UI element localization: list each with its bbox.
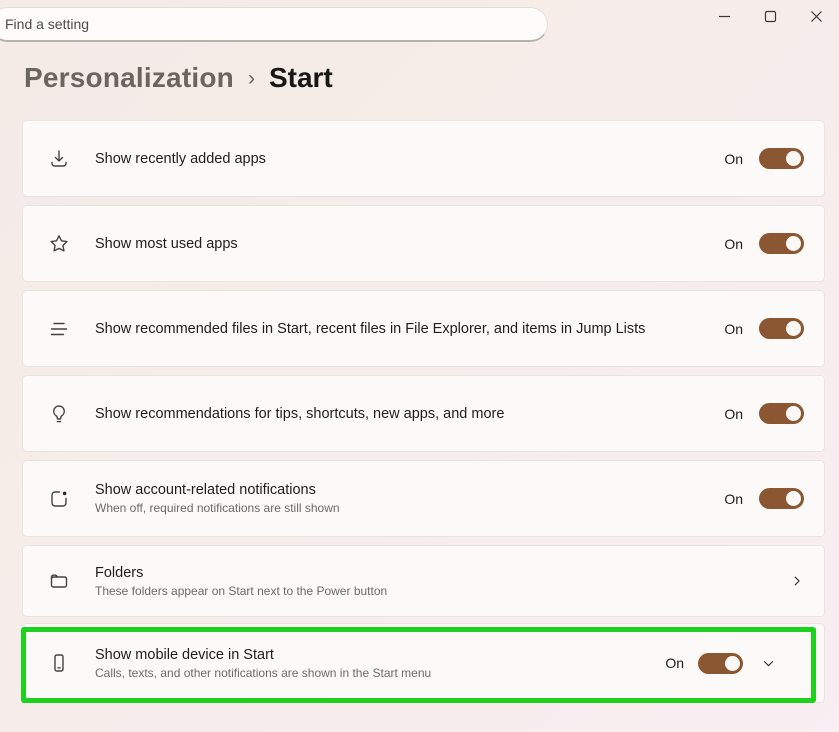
setting-title: Show recommendations for tips, shortcuts… bbox=[95, 406, 712, 422]
setting-title: Show recently added apps bbox=[95, 151, 712, 167]
setting-row-show-mobile-device[interactable]: Show mobile device in Start Calls, texts… bbox=[22, 623, 825, 703]
toggle-state-label: On bbox=[724, 236, 743, 252]
breadcrumb: Personalization › Start bbox=[24, 62, 333, 94]
setting-subtitle: Calls, texts, and other notifications ar… bbox=[95, 666, 653, 680]
account-notifications-toggle[interactable] bbox=[759, 488, 804, 509]
recommended-files-toggle[interactable] bbox=[759, 318, 804, 339]
toggle-state-label: On bbox=[724, 321, 743, 337]
toggle-state-label: On bbox=[724, 151, 743, 167]
setting-title: Folders bbox=[95, 565, 778, 581]
toggle-state-label: On bbox=[724, 406, 743, 422]
setting-row-recommendations-tips: Show recommendations for tips, shortcuts… bbox=[22, 375, 825, 452]
setting-row-folders[interactable]: Folders These folders appear on Start ne… bbox=[22, 545, 825, 617]
minimize-button[interactable] bbox=[701, 0, 747, 32]
recently-added-apps-toggle[interactable] bbox=[759, 148, 804, 169]
minimize-icon bbox=[718, 10, 731, 23]
search-field[interactable] bbox=[0, 7, 548, 42]
account-notification-icon bbox=[23, 487, 95, 511]
setting-row-account-notifications: Show account-related notifications When … bbox=[22, 460, 825, 537]
setting-row-most-used-apps: Show most used apps On bbox=[22, 205, 825, 282]
toggle-state-label: On bbox=[665, 655, 684, 671]
setting-subtitle: When off, required notifications are sti… bbox=[95, 501, 712, 515]
setting-subtitle: These folders appear on Start next to th… bbox=[95, 584, 778, 598]
download-icon bbox=[23, 147, 95, 171]
maximize-button[interactable] bbox=[747, 0, 793, 32]
window-controls bbox=[701, 0, 839, 32]
chevron-right-icon bbox=[790, 574, 804, 588]
setting-row-recommended-files: Show recommended files in Start, recent … bbox=[22, 290, 825, 367]
setting-title: Show recommended files in Start, recent … bbox=[95, 321, 712, 337]
setting-title: Show account-related notifications bbox=[95, 482, 712, 498]
search-input[interactable] bbox=[5, 16, 493, 32]
breadcrumb-separator-icon: › bbox=[248, 67, 255, 91]
chevron-down-icon[interactable] bbox=[761, 656, 776, 671]
setting-title: Show mobile device in Start bbox=[95, 647, 653, 663]
folder-icon bbox=[23, 569, 95, 593]
page-title: Start bbox=[269, 62, 333, 94]
breadcrumb-personalization[interactable]: Personalization bbox=[24, 62, 234, 94]
recommendations-tips-toggle[interactable] bbox=[759, 403, 804, 424]
toggle-state-label: On bbox=[724, 491, 743, 507]
recent-lines-icon bbox=[23, 317, 95, 341]
settings-list: Show recently added apps On Show most us… bbox=[22, 120, 825, 703]
star-icon bbox=[23, 232, 95, 256]
show-mobile-device-toggle[interactable] bbox=[698, 653, 743, 674]
setting-row-recently-added-apps: Show recently added apps On bbox=[22, 120, 825, 197]
close-icon bbox=[810, 10, 823, 23]
setting-title: Show most used apps bbox=[95, 236, 712, 252]
maximize-icon bbox=[764, 10, 777, 23]
lightbulb-icon bbox=[23, 402, 95, 426]
phone-icon bbox=[23, 651, 95, 675]
close-button[interactable] bbox=[793, 0, 839, 32]
most-used-apps-toggle[interactable] bbox=[759, 233, 804, 254]
